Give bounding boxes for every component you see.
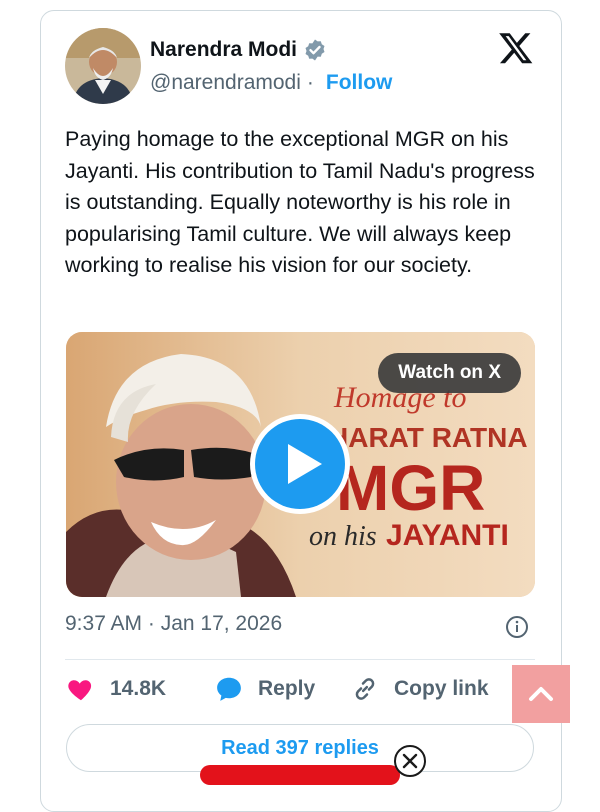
chevron-up-icon — [529, 687, 553, 701]
media-video[interactable]: Homage to HARAT RATNA MGR on his JAYANTI… — [66, 332, 535, 597]
play-icon[interactable] — [248, 412, 352, 516]
handle-row: @narendramodi · Follow — [150, 71, 392, 95]
copy-link-button[interactable]: Copy link — [350, 674, 489, 704]
close-icon[interactable] — [393, 744, 427, 778]
overlay-bharat-ratna: HARAT RATNA — [328, 422, 528, 453]
reply-button[interactable]: Reply — [214, 674, 315, 704]
like-button[interactable]: 14.8K — [66, 674, 166, 704]
verified-badge-icon — [305, 39, 325, 61]
overlay-on-his: on his — [309, 521, 377, 552]
overlay-mgr: MGR — [336, 452, 485, 524]
scroll-to-top-button[interactable] — [512, 665, 570, 723]
tweet-text: Paying homage to the exceptional MGR on … — [65, 127, 535, 277]
timestamp[interactable]: 9:37 AM · Jan 17, 2026 — [65, 612, 282, 636]
reply-label: Reply — [258, 677, 316, 700]
divider — [65, 659, 535, 660]
speech-bubble-icon — [217, 677, 241, 701]
author-handle[interactable]: @narendramodi — [150, 71, 301, 95]
copy-link-label: Copy link — [394, 677, 489, 700]
link-icon — [355, 678, 375, 700]
watch-on-x-button[interactable]: Watch on X — [378, 353, 521, 393]
info-icon[interactable] — [505, 615, 529, 639]
x-logo-icon[interactable] — [498, 30, 534, 66]
avatar[interactable] — [65, 28, 141, 104]
heart-icon — [68, 680, 92, 701]
overlay-jayanti: JAYANTI — [386, 519, 509, 552]
action-bar: 14.8K Reply Copy link — [66, 674, 536, 708]
ad-banner[interactable] — [200, 765, 400, 785]
author-name[interactable]: Narendra Modi — [150, 38, 327, 62]
like-count: 14.8K — [110, 677, 167, 700]
follow-button[interactable]: Follow — [326, 71, 393, 95]
author-name-text[interactable]: Narendra Modi — [150, 38, 297, 62]
separator: · — [306, 71, 314, 94]
